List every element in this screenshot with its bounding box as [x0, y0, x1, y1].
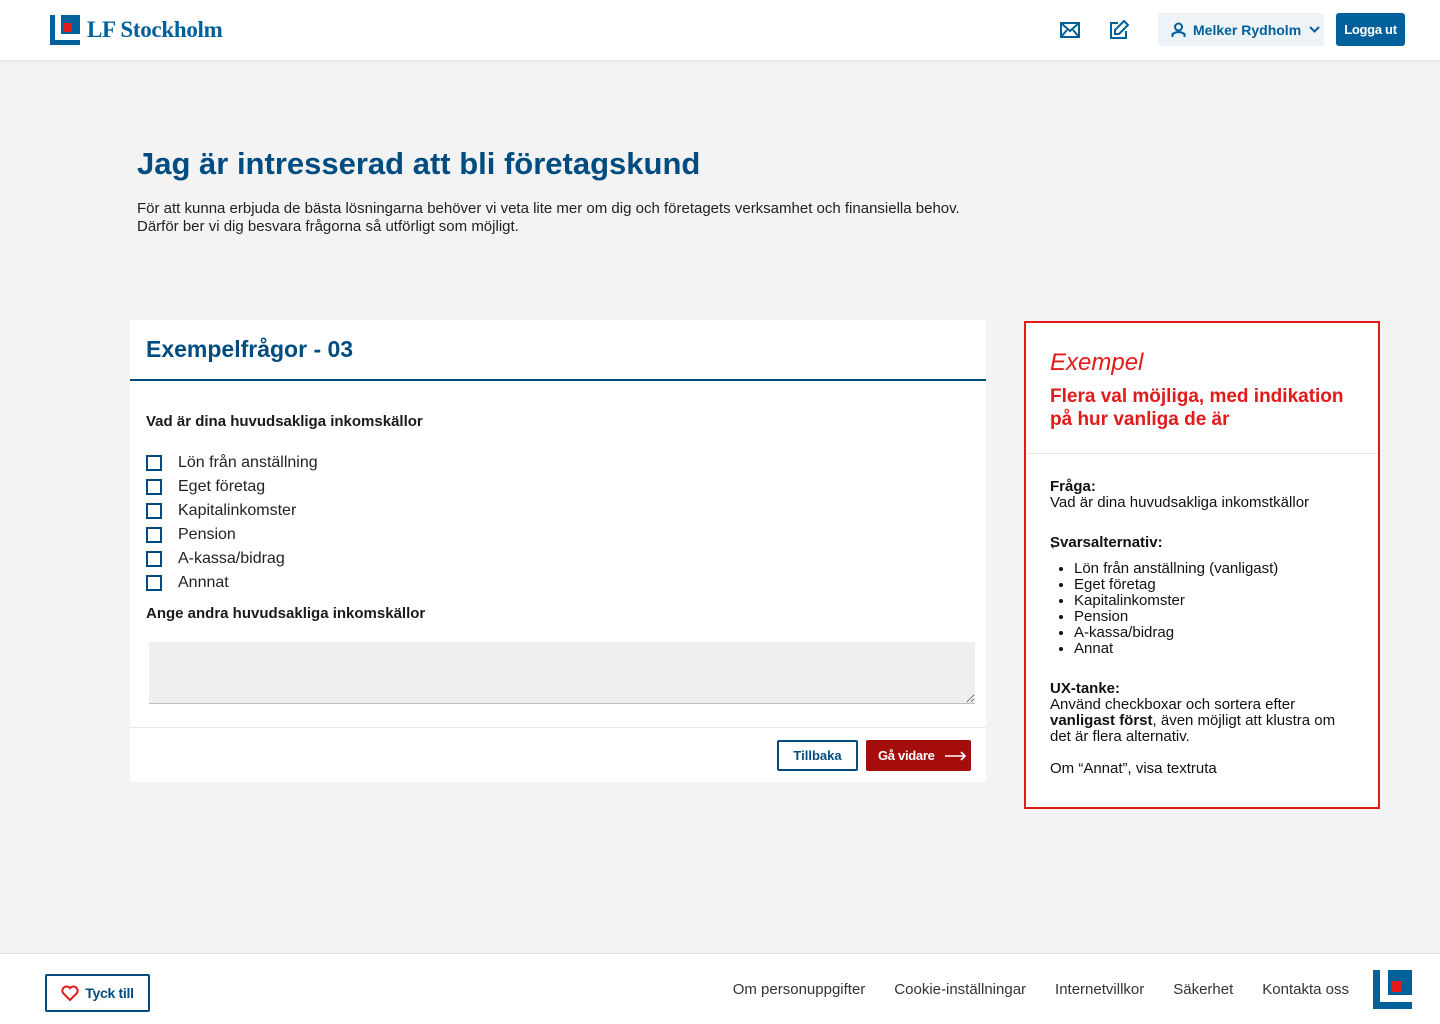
checkbox[interactable]	[146, 527, 162, 543]
option-label: A-kassa/bidrag	[178, 550, 285, 567]
page-footer: Tyck till Om personuppgifter Cookie-inst…	[0, 953, 1440, 1024]
option-unemployment[interactable]: A-kassa/bidrag	[146, 547, 318, 571]
ux-text-bold: vanligast först	[1050, 712, 1153, 729]
other-income-label: Ange andra huvudsakliga inkomskällor	[146, 605, 426, 622]
footer-link-terms[interactable]: Internetvillkor	[1055, 981, 1144, 998]
title-divider	[130, 379, 986, 381]
example-body: Fråga: Vad är dina huvudsakliga inkomstk…	[1050, 479, 1360, 777]
page-title: Jag är intresserad att bli företagskund	[137, 146, 701, 181]
edit-icon[interactable]	[1108, 19, 1130, 41]
footer-divider	[130, 727, 986, 728]
footer-link-security[interactable]: Säkerhet	[1173, 981, 1233, 998]
list-item: Annat	[1074, 641, 1360, 657]
back-button[interactable]: Tillbaka	[777, 740, 858, 771]
top-header: LF Stockholm Melker Rydholm Logga ut	[0, 0, 1440, 60]
question-card: Exempelfrågor - 03 Vad är dina huvudsakl…	[130, 320, 986, 782]
other-income-textarea[interactable]	[149, 642, 975, 704]
checkbox[interactable]	[146, 551, 162, 567]
example-subheading: Flera val möjliga, med indikation på hur…	[1050, 386, 1344, 430]
feedback-label: Tyck till	[85, 985, 134, 1001]
user-menu-button[interactable]: Melker Rydholm	[1158, 13, 1324, 46]
footer-link-privacy[interactable]: Om personuppgifter	[733, 981, 866, 998]
user-name: Melker Rydholm	[1193, 21, 1302, 38]
option-own-business[interactable]: Eget företag	[146, 475, 318, 499]
checkbox[interactable]	[146, 479, 162, 495]
option-salary[interactable]: Lön från anställning	[146, 451, 318, 475]
list-item: Kapitalinkomster	[1074, 593, 1360, 609]
option-label: Eget företag	[178, 478, 266, 495]
page-intro: För att kunna erbjuda de bästa lösningar…	[137, 200, 960, 235]
chevron-down-icon	[1309, 26, 1320, 33]
checkbox[interactable]	[146, 575, 162, 591]
brand-name: LF Stockholm	[87, 17, 223, 42]
example-divider	[1026, 453, 1378, 454]
footer-links: Om personuppgifter Cookie-inställningar …	[704, 981, 1349, 998]
next-button-label: Gå vidare	[878, 748, 935, 763]
ux-heading: UX-tanke:	[1050, 680, 1121, 697]
list-item: Lön från anställning (vanligast)	[1074, 561, 1360, 577]
list-item: A-kassa/bidrag	[1074, 625, 1360, 641]
footer-link-contact[interactable]: Kontakta oss	[1262, 981, 1349, 998]
lf-logo-icon	[1373, 970, 1412, 1009]
option-label: Annnat	[178, 574, 229, 591]
list-item: Eget företag	[1074, 577, 1360, 593]
checkbox[interactable]	[146, 455, 162, 471]
option-label: Lön från anställning	[178, 454, 318, 471]
mail-icon[interactable]	[1059, 19, 1081, 41]
option-label: Pension	[178, 526, 236, 543]
checkbox[interactable]	[146, 503, 162, 519]
income-options: Lön från anställning Eget företag Kapita…	[146, 451, 318, 595]
feedback-button[interactable]: Tyck till	[45, 974, 150, 1012]
list-item: Pension	[1074, 609, 1360, 625]
card-title: Exempelfrågor - 03	[146, 336, 354, 362]
option-pension[interactable]: Pension	[146, 523, 318, 547]
question-label: Vad är dina huvudsakliga inkomskällor	[146, 413, 423, 430]
answers-list: Lön från anställning (vanligast) Eget fö…	[1074, 561, 1360, 657]
option-capital-income[interactable]: Kapitalinkomster	[146, 499, 318, 523]
answers-heading: Svarsalternativ:	[1050, 534, 1163, 551]
arrow-right-icon	[944, 750, 966, 761]
brand-logo[interactable]: LF Stockholm	[50, 15, 223, 45]
logout-button[interactable]: Logga ut	[1336, 13, 1405, 46]
option-label: Kapitalinkomster	[178, 502, 297, 519]
example-heading: Exempel	[1050, 349, 1144, 376]
next-button[interactable]: Gå vidare	[866, 740, 971, 771]
question-text: Vad är dina huvudsakliga inkomstkällor	[1050, 494, 1310, 511]
question-heading: Fråga:	[1050, 478, 1096, 495]
ux-text-1: Använd checkboxar och sortera efter	[1050, 696, 1296, 713]
heart-icon	[61, 985, 79, 1001]
ux-note: Om “Annat”, visa textruta	[1050, 760, 1217, 777]
footer-link-cookies[interactable]: Cookie-inställningar	[894, 981, 1026, 998]
option-other[interactable]: Annnat	[146, 571, 318, 595]
lf-logo-icon	[50, 15, 80, 45]
example-annotation: Exempel Flera val möjliga, med indikatio…	[1024, 321, 1380, 809]
user-icon	[1171, 22, 1186, 37]
